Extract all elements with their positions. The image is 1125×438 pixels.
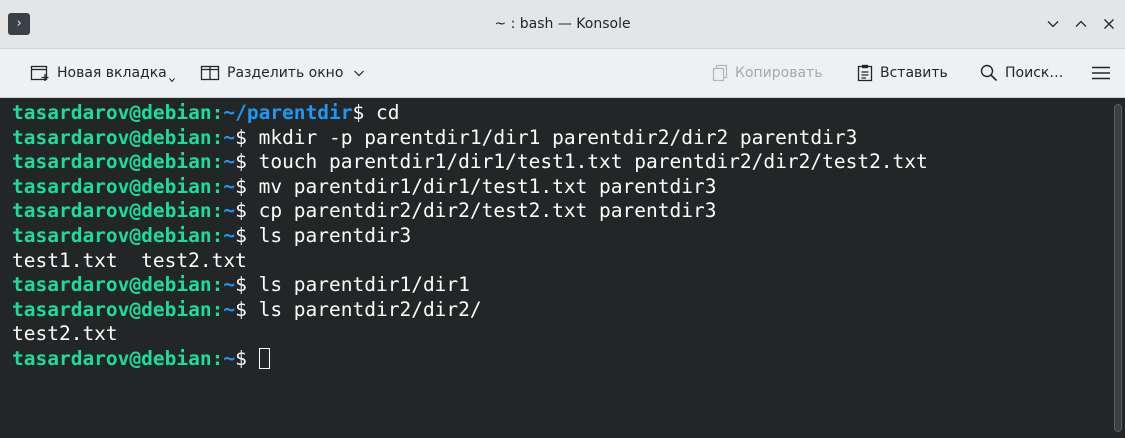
terminal-prompt-line: tasardarov@debian:~$ ls parentdir1/dir1 <box>12 273 1109 298</box>
prompt-user-host: tasardarov@debian <box>12 150 212 174</box>
terminal-prompt-line: tasardarov@debian:~/parentdir$ cd <box>12 101 1109 126</box>
hamburger-menu-button[interactable] <box>1091 59 1118 87</box>
terminal-prompt-line: tasardarov@debian:~$ touch parentdir1/di… <box>12 150 1109 175</box>
find-label: Поиск… <box>1005 65 1064 81</box>
new-tab-icon <box>30 65 49 81</box>
prompt-dollar: $ <box>235 297 247 321</box>
vertical-scrollbar[interactable] <box>1114 104 1122 432</box>
prompt-path: ~ <box>223 199 236 223</box>
split-view-button[interactable]: Разделить окно <box>200 59 372 87</box>
prompt-dollar: $ <box>235 150 247 174</box>
prompt-separator: : <box>211 297 224 321</box>
terminal-prompt-line: tasardarov@debian:~$ mkdir -p parentdir1… <box>12 126 1109 151</box>
prompt-user-host: tasardarov@debian <box>12 297 212 321</box>
search-icon <box>980 64 998 82</box>
scrollbar-thumb[interactable] <box>1114 104 1122 432</box>
dropdown-indicator-icon <box>168 78 175 83</box>
prompt-user-host: tasardarov@debian <box>12 346 212 370</box>
prompt-separator: : <box>211 125 224 149</box>
close-icon <box>1104 19 1114 29</box>
prompt-path: ~/parentdir <box>223 101 353 124</box>
konsole-window: › ~ : bash — Konsole Новая вкладка Разде… <box>0 0 1125 438</box>
new-tab-button[interactable]: Новая вкладка <box>30 59 175 87</box>
terminal-prompt-line: tasardarov@debian:~$ mv parentdir1/dir1/… <box>12 175 1109 200</box>
prompt-dollar: $ <box>235 199 247 223</box>
chevron-up-icon <box>1075 20 1087 27</box>
command-text <box>247 347 259 370</box>
paste-icon <box>857 64 873 82</box>
prompt-path: ~ <box>223 125 236 149</box>
prompt-dollar: $ <box>235 125 247 149</box>
find-button[interactable]: Поиск… <box>980 59 1063 87</box>
prompt-path: ~ <box>223 174 236 198</box>
copy-button[interactable]: Копировать <box>712 59 822 87</box>
copy-icon <box>712 64 728 82</box>
command-text: cp parentdir2/dir2/test2.txt parentdir3 <box>246 199 717 223</box>
terminal-output-line: test2.txt <box>12 322 118 346</box>
prompt-dollar: $ <box>235 346 247 370</box>
command-text: mv parentdir1/dir1/test1.txt parentdir3 <box>246 174 717 198</box>
prompt-user-host: tasardarov@debian <box>12 273 212 297</box>
prompt-path: ~ <box>223 346 236 370</box>
title-bar[interactable]: › ~ : bash — Konsole <box>0 0 1125 49</box>
split-view-label: Разделить окно <box>227 65 344 81</box>
prompt-path: ~ <box>223 273 236 297</box>
minimize-button[interactable] <box>1042 13 1064 35</box>
prompt-user-host: tasardarov@debian <box>12 125 212 149</box>
prompt-separator: : <box>211 273 224 297</box>
command-text: cd <box>364 101 400 124</box>
new-tab-label: Новая вкладка <box>57 65 167 81</box>
prompt-dollar: $ <box>235 174 247 198</box>
paste-label: Вставить <box>880 65 948 81</box>
prompt-user-host: tasardarov@debian <box>12 174 212 198</box>
copy-label: Копировать <box>735 65 823 81</box>
split-view-icon <box>200 65 220 81</box>
close-button[interactable] <box>1098 13 1120 35</box>
toolbar: Новая вкладка Разделить окно Копировать <box>0 49 1125 98</box>
window-title: ~ : bash — Konsole <box>494 16 631 32</box>
prompt-path: ~ <box>223 150 236 174</box>
prompt-separator: : <box>211 199 224 223</box>
terminal-prompt-line: tasardarov@debian:~$ <box>12 347 1109 372</box>
terminal-prompt-line: tasardarov@debian:~$ cp parentdir2/dir2/… <box>12 199 1109 224</box>
command-text: ls parentdir1/dir1 <box>246 273 470 297</box>
command-text: ls parentdir3 <box>246 223 412 247</box>
prompt-separator: : <box>211 346 224 370</box>
chevron-down-icon <box>1047 21 1059 28</box>
command-text: mkdir -p parentdir1/dir1 parentdir2/dir2… <box>246 125 858 149</box>
terminal-output-line: test1.txt test2.txt <box>12 248 247 272</box>
terminal-output: tasardarov@debian:~/parentdir$ cd tasarda… <box>12 101 1109 372</box>
prompt-separator: : <box>211 174 224 198</box>
prompt-path: ~ <box>223 297 236 321</box>
maximize-button[interactable] <box>1070 13 1092 35</box>
command-text: ls parentdir2/dir2/ <box>246 297 482 321</box>
prompt-path: ~ <box>223 223 236 247</box>
prompt-separator: : <box>211 150 224 174</box>
hamburger-menu-icon <box>1092 66 1110 80</box>
prompt-dollar: $ <box>352 101 365 124</box>
prompt-separator: : <box>211 223 224 247</box>
prompt-user-host: tasardarov@debian <box>12 223 212 247</box>
prompt-separator: : <box>211 101 224 124</box>
terminal-prompt-line: tasardarov@debian:~$ ls parentdir3 <box>12 224 1109 249</box>
prompt-user-host: tasardarov@debian <box>12 199 212 223</box>
terminal-prompt-line: tasardarov@debian:~$ ls parentdir2/dir2/ <box>12 298 1109 323</box>
prompt-dollar: $ <box>235 223 247 247</box>
prompt-dollar: $ <box>235 273 247 297</box>
chevron-down-icon <box>354 70 365 77</box>
command-text: touch parentdir1/dir1/test1.txt parentdi… <box>246 150 928 174</box>
prompt-user-host: tasardarov@debian <box>12 101 212 124</box>
paste-button[interactable]: Вставить <box>857 59 948 87</box>
terminal-view[interactable]: tasardarov@debian:~/parentdir$ cd tasarda… <box>0 98 1125 438</box>
text-cursor <box>258 347 270 369</box>
